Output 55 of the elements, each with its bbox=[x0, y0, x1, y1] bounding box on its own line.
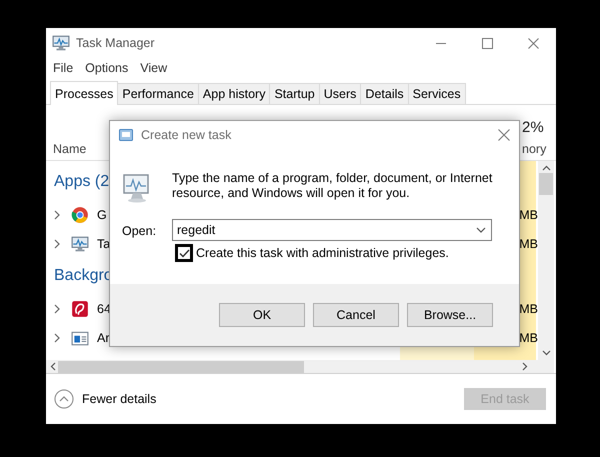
tab[interactable]: App history bbox=[198, 83, 270, 104]
scroll-thumb[interactable] bbox=[539, 173, 553, 195]
chevron-down-icon[interactable] bbox=[476, 227, 486, 233]
expand-chevron-icon[interactable] bbox=[53, 332, 61, 342]
memory-value: MB bbox=[518, 208, 538, 222]
tab[interactable]: Details bbox=[360, 83, 409, 104]
menu-item[interactable]: View bbox=[140, 61, 168, 75]
dialog-button[interactable]: OK bbox=[219, 303, 305, 327]
scroll-left-icon[interactable] bbox=[50, 362, 56, 371]
admin-checkbox[interactable] bbox=[175, 244, 193, 262]
maximize-icon[interactable] bbox=[482, 38, 492, 48]
group-heading: Apps (2 bbox=[54, 173, 110, 191]
scroll-down-icon[interactable] bbox=[542, 350, 550, 356]
instruction-text: Type the name of a program, folder, document, or Internet resource, and Windows will open it for you. bbox=[172, 171, 494, 201]
fewer-details-button[interactable]: Fewer details bbox=[54, 389, 156, 409]
menu-item[interactable]: Options bbox=[85, 61, 128, 75]
tab[interactable]: Services bbox=[408, 83, 466, 104]
tab[interactable]: Performance bbox=[117, 83, 199, 104]
expand-chevron-icon[interactable] bbox=[53, 210, 61, 220]
close-icon[interactable] bbox=[528, 38, 538, 48]
scroll-right-icon[interactable] bbox=[522, 362, 528, 371]
check-icon bbox=[178, 248, 190, 258]
dialog-button[interactable]: Cancel bbox=[313, 303, 399, 327]
process-name: G bbox=[97, 208, 108, 222]
minimize-icon[interactable] bbox=[436, 42, 446, 44]
usage-percent: 2% bbox=[522, 119, 544, 136]
dialog-title: Create new task bbox=[141, 128, 232, 142]
expand-chevron-icon[interactable] bbox=[53, 304, 61, 314]
horizontal-scrollbar[interactable] bbox=[46, 360, 554, 373]
memory-value: MB bbox=[518, 302, 538, 316]
window-title: Task Manager bbox=[76, 36, 156, 50]
app-icon bbox=[71, 300, 89, 318]
scroll-up-icon[interactable] bbox=[542, 165, 550, 171]
column-header[interactable]: nory bbox=[522, 142, 546, 156]
tab[interactable]: Processes bbox=[50, 81, 118, 105]
memory-value: MB bbox=[518, 236, 538, 250]
open-label: Open: bbox=[122, 224, 156, 238]
memory-value: MB bbox=[518, 330, 538, 344]
process-name: Ta bbox=[97, 236, 112, 250]
run-icon bbox=[119, 128, 133, 140]
task-manager-icon bbox=[52, 34, 70, 52]
checkbox-label: Create this task with administrative privileges. bbox=[196, 246, 449, 260]
tab[interactable]: Users bbox=[318, 83, 362, 104]
expand-chevron-icon[interactable] bbox=[53, 238, 61, 248]
close-icon[interactable] bbox=[498, 128, 510, 140]
process-name: Ar bbox=[97, 330, 110, 344]
dialog-button[interactable]: Browse... bbox=[407, 303, 493, 327]
vertical-scrollbar[interactable] bbox=[538, 161, 554, 360]
monitor-icon bbox=[71, 234, 89, 252]
browser-icon bbox=[71, 206, 89, 224]
collapse-icon bbox=[54, 389, 74, 409]
scroll-thumb[interactable] bbox=[58, 360, 304, 372]
tab[interactable]: Startup bbox=[269, 83, 320, 104]
menu-item[interactable]: File bbox=[53, 61, 74, 75]
command-combo-box[interactable]: regedit bbox=[172, 219, 492, 241]
